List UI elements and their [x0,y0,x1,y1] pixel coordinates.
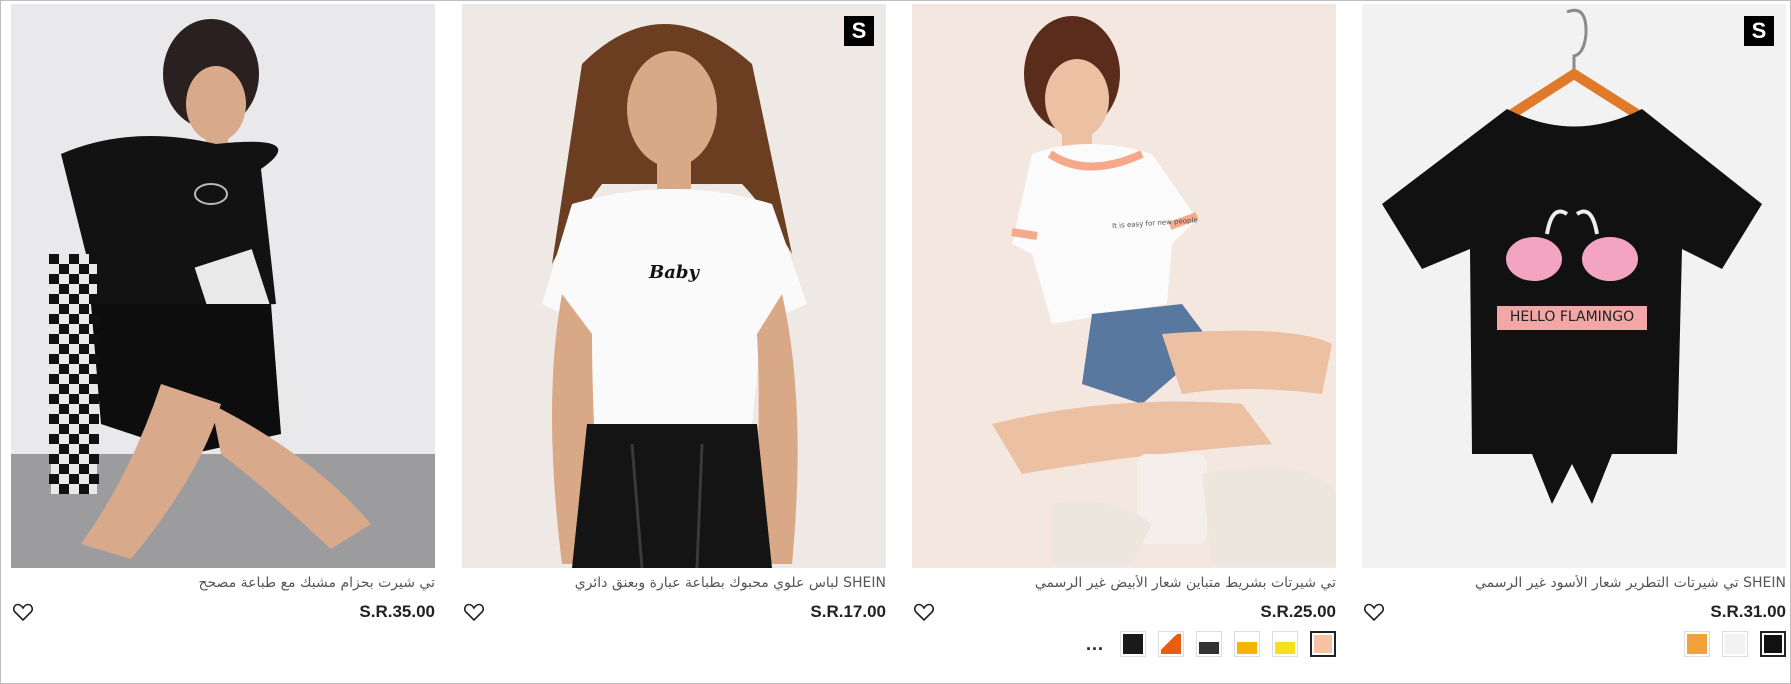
more-colors-button[interactable]: ... [1082,634,1108,655]
color-swatch[interactable] [1760,631,1786,657]
product-title[interactable]: تي شيرتات بشريط متباين شعار الأبيض غير ا… [912,575,1336,597]
shein-badge-icon: S [1744,16,1774,46]
checker-pattern [49,254,99,494]
shirt-print-text: HELLO FLAMINGO [1509,309,1635,325]
product-image[interactable]: Baby S [462,4,886,568]
color-swatch[interactable] [1684,631,1710,657]
product-image[interactable] [11,4,435,568]
product-image[interactable]: It is easy for new people [912,4,1336,568]
color-swatch[interactable] [1234,631,1260,657]
product-grid: تي شيرت بحزام مشبك مع طباعة مصحح S.R.35.… [0,0,1791,684]
product-card[interactable]: تي شيرت بحزام مشبك مع طباعة مصحح S.R.35.… [11,4,435,664]
color-swatch[interactable] [1196,631,1222,657]
wishlist-heart-icon[interactable] [912,600,936,624]
product-title[interactable]: تي شيرت بحزام مشبك مع طباعة مصحح [11,575,435,597]
color-swatch[interactable] [1120,631,1146,657]
color-swatches [1684,630,1786,658]
product-price: S.R.25.00 [1260,602,1336,621]
product-price: S.R.35.00 [359,602,435,621]
product-card[interactable]: Baby S SHEIN لباس علوي محبوك بطباعة عبار… [462,4,886,664]
product-title[interactable]: SHEIN لباس علوي محبوك بطباعة عبارة وبعنق… [462,575,886,597]
product-image[interactable]: HELLO FLAMINGO S [1362,4,1786,568]
color-swatch[interactable] [1272,631,1298,657]
product-price: S.R.31.00 [1710,602,1786,621]
color-swatch[interactable] [1310,631,1336,657]
wishlist-heart-icon[interactable] [462,600,486,624]
product-card[interactable]: HELLO FLAMINGO S SHEIN تي شيرتات التطرير… [1362,4,1786,664]
product-title[interactable]: SHEIN تي شيرتات التطرير شعار الأسود غير … [1362,575,1786,597]
wishlist-heart-icon[interactable] [1362,600,1386,624]
wishlist-heart-icon[interactable] [11,600,35,624]
shirt-print-text: Baby [649,262,699,283]
product-card[interactable]: It is easy for new people تي شيرتات بشري… [912,4,1336,664]
color-swatch[interactable] [1158,631,1184,657]
color-swatch[interactable] [1722,631,1748,657]
product-price: S.R.17.00 [810,602,886,621]
shein-badge-icon: S [844,16,874,46]
color-swatches: ... [1082,630,1336,658]
